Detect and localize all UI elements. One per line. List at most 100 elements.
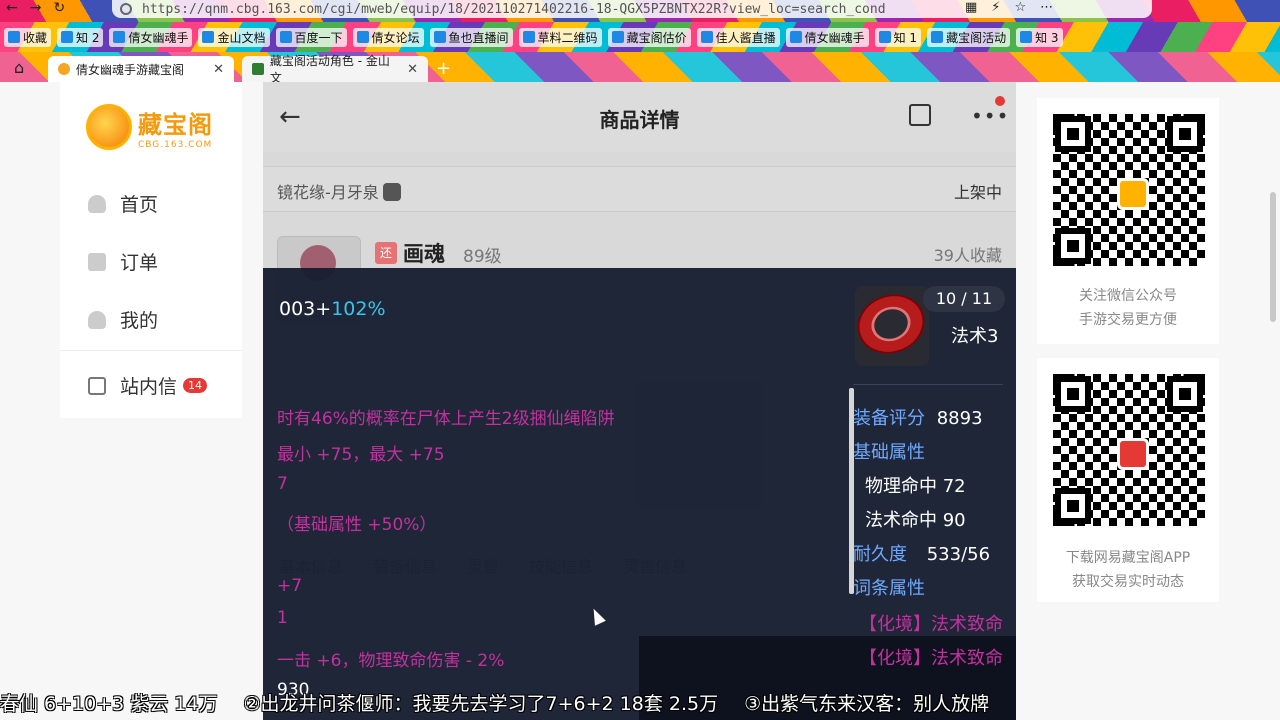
score-value: 8893 (936, 408, 983, 429)
share-icon[interactable] (909, 104, 931, 126)
bookmark-item[interactable]: 佳人酱直播 (696, 27, 780, 47)
item-type: 法术3 (951, 326, 999, 347)
sidebar-item-inbox[interactable]: 站内信 14 (88, 372, 208, 399)
tab-kdocs[interactable]: 藏宝阁活动角色 - 金山文 ✕ (242, 54, 428, 85)
bookmark-item[interactable]: 金山文档 (198, 27, 270, 47)
browser-actions: ▦ ⚡ ☆ ⋯ (965, 0, 1053, 15)
effect-line: 7 (277, 474, 288, 494)
equipment-tooltip: 003+102% 时有46%的概率在尸体上产生2级捆仙绳陷阱 最小 +75，最大… (263, 268, 1016, 720)
bookmark-label: 倩女幽魂手 (128, 30, 189, 45)
bookmark-item[interactable]: 倩女幽魂手 (109, 27, 193, 47)
affix-heading: 词条属性 (853, 578, 925, 599)
home-icon[interactable]: ⌂ (14, 58, 32, 77)
menu-dots-icon[interactable]: ⋯ (1040, 0, 1053, 15)
durability-line: 耐久度 533/56 (853, 540, 990, 566)
tooltip-divider (853, 384, 1003, 385)
extensions-icon[interactable]: ▦ (965, 0, 977, 15)
qr-finder (1167, 116, 1203, 152)
bookmark-label: 百度一下 (294, 30, 343, 45)
close-tab-icon[interactable]: ✕ (213, 62, 224, 77)
bookmark-favicon-icon (202, 31, 215, 43)
bookmark-item[interactable]: 知 1 (874, 27, 922, 47)
qr-caption-line: 关注微信公众号 (1079, 288, 1177, 304)
affix-line: 【化境】法术致命 (859, 648, 1003, 669)
bookmark-item[interactable]: 倩女论坛 (352, 27, 424, 47)
new-tab-icon[interactable]: + (436, 58, 451, 79)
forward-nav-icon[interactable]: → (30, 0, 42, 16)
bookmark-item[interactable]: 藏宝阁估价 (607, 27, 691, 47)
tab-label: 藏宝阁活动角色 - 金山文 (269, 54, 390, 85)
qr-finder (1055, 116, 1091, 152)
more-icon[interactable]: ••• (971, 104, 1009, 128)
favorite-count[interactable]: 39人收藏 (934, 242, 1002, 266)
sidebar-item-label: 我的 (120, 310, 159, 332)
order-icon (88, 252, 106, 271)
qr-finder (1055, 488, 1091, 524)
page-title: 商品详情 (599, 108, 680, 132)
notification-dot (995, 96, 1005, 106)
url-text: https://qnm.cbg.163.com/cgi/mweb/equip/1… (142, 1, 886, 17)
tab-cbg[interactable]: 倩女幽魂手游藏宝阁 ✕ (48, 56, 234, 82)
kdocs-favicon-icon (252, 63, 264, 75)
sidebar-item-orders[interactable]: 订单 (88, 248, 158, 275)
qr-finder (1055, 376, 1091, 412)
page-scrollbar[interactable] (1270, 192, 1276, 322)
attribute-line: 003+102% (279, 298, 386, 320)
score-line: 装备评分 8893 (853, 404, 983, 430)
wechat-qr-card: 关注微信公众号 手游交易更方便 (1037, 98, 1219, 344)
qr-logo-icon (1117, 438, 1149, 470)
unread-badge: 14 (183, 378, 208, 393)
role-summary: 还 画魂 89级 39人收藏 (263, 222, 1016, 326)
bookmark-favicon-icon (1020, 31, 1033, 43)
effect-line: （基础属性 +50%） (277, 515, 437, 535)
qr-logo-icon (1117, 178, 1149, 210)
bookmark-item[interactable]: 藏宝阁活动 (927, 27, 1011, 47)
user-icon (88, 310, 106, 329)
bookmark-favicon-icon (433, 31, 446, 43)
sidebar-item-label: 订单 (120, 252, 159, 274)
listing-status: 上架中 (953, 183, 1002, 202)
bookmark-favicon-icon (700, 31, 713, 43)
qr-finder (1055, 228, 1091, 264)
bookmark-favicon-icon (789, 31, 802, 43)
bookmark-item[interactable]: 收藏 (4, 27, 52, 47)
back-nav-icon[interactable]: ← (6, 0, 18, 16)
subtitle-ticker: 春仙 6+10+3 紫云 14万 ②出龙井问茶偃师：我要先去学习了7+6+2 18… (0, 684, 1280, 720)
logo-subtitle: CBG.163.COM (138, 139, 213, 150)
bookmark-item[interactable]: 百度一下 (275, 27, 347, 47)
close-tab-icon[interactable]: ✕ (407, 62, 418, 77)
ticker-item: ②出龙井问茶偃师：我要先去学习了7+6+2 18套 2.5万 (243, 692, 719, 715)
bookmark-item[interactable]: 倩女幽魂手 (785, 27, 869, 47)
bookmark-item[interactable]: 鱼也直播间 (429, 27, 513, 47)
cbg-favicon-icon (58, 63, 70, 75)
mag-hit: 法术命中 90 (865, 510, 966, 531)
bookmark-label: 倩女论坛 (371, 30, 420, 45)
qr-finder (1167, 376, 1203, 412)
product-detail-panel: ← 商品详情 ••• 镜花缘-月牙泉 上架中 还 画魂 89级 39人收藏 基本… (263, 82, 1016, 720)
base-attr-heading: 基础属性 (853, 442, 925, 463)
page: 藏宝阁 CBG.163.COM 首页 订单 我的 站内信 14 ← 商品详情 • (0, 82, 1280, 720)
bookmark-favicon-icon (279, 31, 292, 43)
bookmark-label: 佳人酱直播 (715, 30, 776, 45)
sidebar-item-mine[interactable]: 我的 (88, 306, 158, 333)
bookmark-favicon-icon (8, 31, 20, 43)
bookmark-item[interactable]: 草料二维码 (518, 27, 602, 47)
server-name: 镜花缘-月牙泉 (277, 179, 401, 203)
effect-line: 最小 +75，最大 +75 (277, 445, 445, 465)
logo-title: 藏宝阁 (138, 110, 213, 139)
server-text: 镜花缘-月牙泉 (277, 183, 379, 202)
bookmark-favicon-icon (878, 31, 891, 43)
ring-item-icon (855, 286, 929, 366)
reload-icon[interactable]: ↻ (53, 0, 65, 16)
cbg-logo[interactable]: 藏宝阁 CBG.163.COM (86, 104, 213, 150)
sidebar-item-label: 站内信 (120, 376, 178, 398)
durability-label: 耐久度 (853, 544, 907, 565)
nav-buttons: ← → ↻ (6, 0, 65, 16)
durability-value: 533/56 (926, 544, 991, 565)
sidebar-item-home[interactable]: 首页 (88, 190, 158, 217)
bookmark-item[interactable]: 知 2 (57, 27, 104, 47)
star-icon[interactable]: ☆ (1014, 0, 1026, 15)
role-class: 画魂 (403, 242, 445, 266)
bookmark-item[interactable]: 知 3 (1016, 27, 1063, 47)
lightning-icon[interactable]: ⚡ (991, 0, 1000, 15)
